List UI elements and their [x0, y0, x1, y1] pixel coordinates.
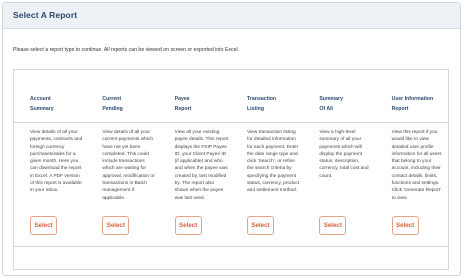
select-user-information-button[interactable]: Select: [391, 216, 419, 235]
report-option-user-information: User Information Report View this report…: [376, 70, 448, 269]
report-description: View all your existing payee details. Th…: [174, 130, 229, 201]
report-title: Transaction Listing: [246, 96, 277, 112]
select-transaction-listing-button[interactable]: Select: [246, 216, 274, 235]
report-description: View details of all your current payment…: [102, 130, 155, 201]
report-option-current-pending: Current Pending View details of all your…: [86, 70, 158, 269]
panel-header: Select A Report: [3, 3, 460, 29]
report-description: View this report if you would like to vi…: [391, 130, 442, 201]
report-table: Account Summary View details of all your…: [13, 69, 449, 270]
report-option-payee-report: Payee Report View all your existing paye…: [159, 70, 231, 269]
report-title: User Information Report: [391, 96, 434, 112]
report-title: Payee Report: [174, 96, 192, 112]
page-title: Select A Report: [13, 10, 78, 20]
report-selection-panel: Select A Report Please select a report t…: [2, 2, 461, 276]
report-title: Current Pending: [102, 96, 123, 112]
report-option-summary-of-all: Summary Of All View a high-level summary…: [303, 70, 375, 269]
select-summary-of-all-button[interactable]: Select: [319, 216, 347, 235]
report-description: View a high-level summary of all your pa…: [319, 130, 369, 179]
report-description: View details of all your payments, contr…: [30, 130, 83, 194]
report-option-transaction-listing: Transaction Listing View transaction lis…: [231, 70, 303, 269]
select-payee-report-button[interactable]: Select: [174, 216, 202, 235]
select-account-summary-button[interactable]: Select: [30, 216, 57, 235]
report-description: View transaction listing for detailed in…: [246, 130, 300, 194]
report-option-account-summary: Account Summary View details of all your…: [14, 70, 86, 269]
report-title: Summary Of All: [319, 96, 343, 112]
intro-text: Please select a report type to continue.…: [13, 47, 240, 53]
select-current-pending-button[interactable]: Select: [102, 216, 130, 235]
report-title: Account Summary: [30, 96, 54, 112]
